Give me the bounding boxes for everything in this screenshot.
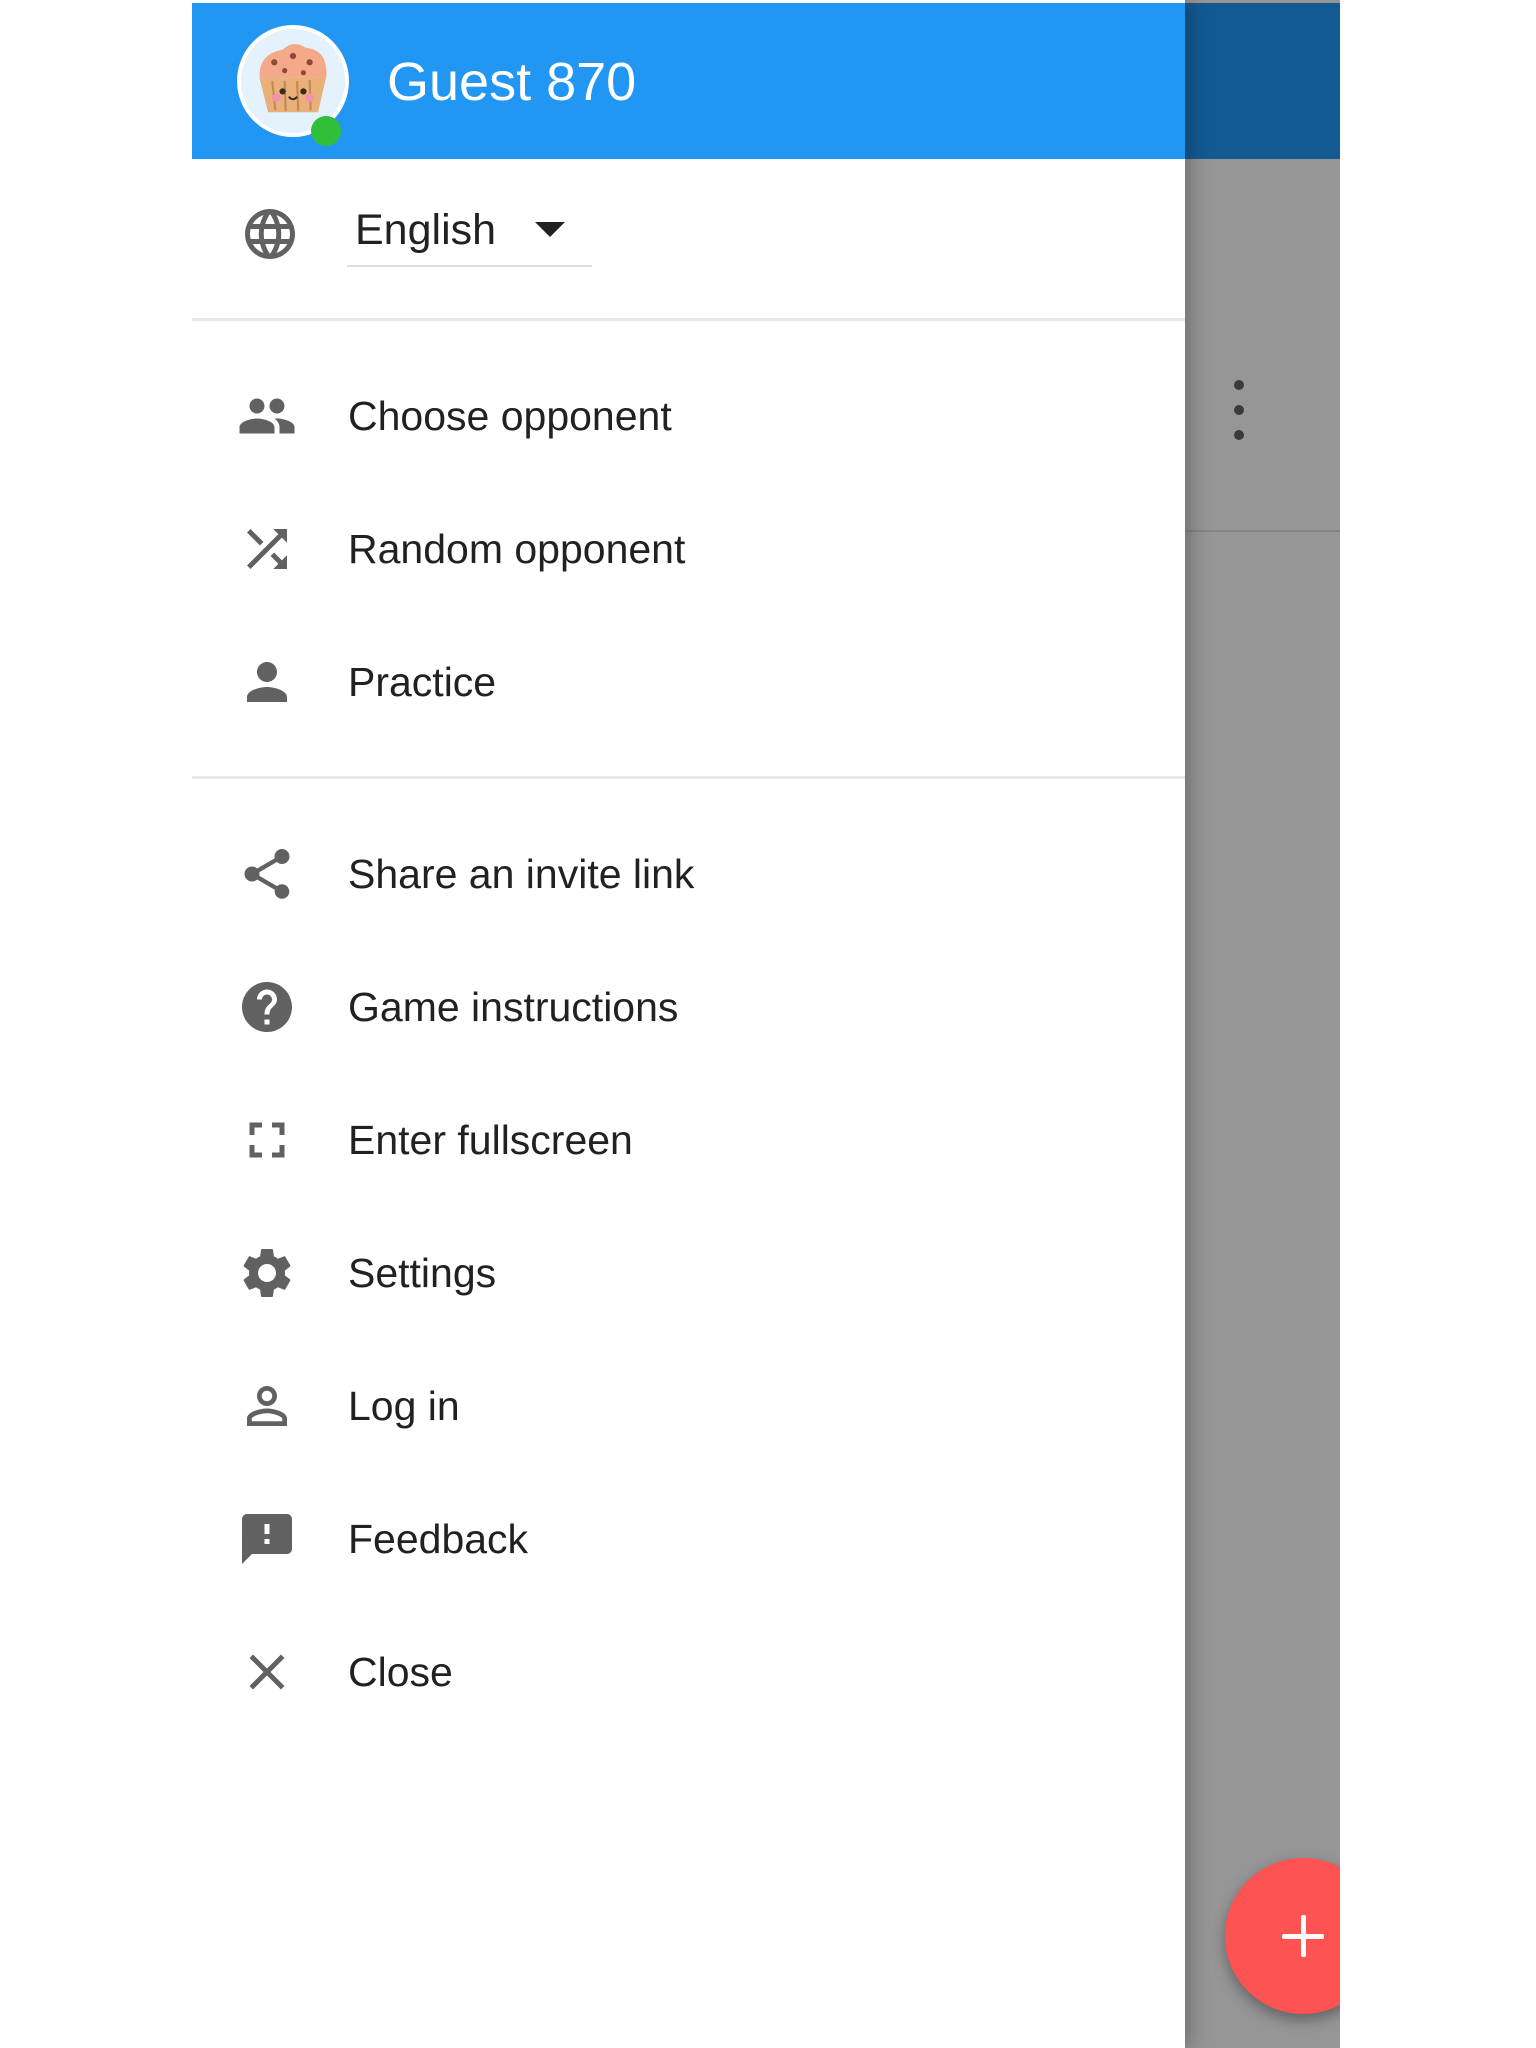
menu-item-feedback[interactable]: Feedback [192, 1473, 1185, 1606]
online-status-dot [311, 116, 341, 146]
language-selected-value: English [355, 206, 497, 254]
menu-item-choose-opponent[interactable]: Choose opponent [192, 350, 1185, 483]
gear-icon [237, 1243, 297, 1303]
dropdown-arrow-icon [535, 222, 565, 237]
menu-item-label: Log in [348, 1383, 460, 1429]
menu-item-share-invite-link[interactable]: Share an invite link [192, 808, 1185, 941]
feedback-icon [237, 1509, 297, 1569]
help-icon [237, 977, 297, 1037]
navigation-drawer: Guest 870 English Choose opponent Random… [192, 0, 1185, 2048]
menu-item-label: Enter fullscreen [348, 1117, 633, 1163]
menu-item-close[interactable]: Close [192, 1606, 1185, 1739]
drawer-header: Guest 870 [192, 3, 1185, 159]
menu-item-label: Practice [348, 659, 497, 705]
user-name: Guest 870 [387, 52, 637, 112]
share-icon [237, 844, 297, 904]
menu-item-game-instructions[interactable]: Game instructions [192, 941, 1185, 1074]
people-icon [237, 386, 297, 446]
globe-icon [240, 204, 300, 264]
person-icon [237, 652, 297, 712]
fullscreen-icon [237, 1110, 297, 1170]
menu-item-label: Random opponent [348, 526, 686, 572]
menu-item-log-in[interactable]: Log in [192, 1340, 1185, 1473]
menu-item-label: Feedback [348, 1516, 529, 1562]
menu-item-random-opponent[interactable]: Random opponent [192, 483, 1185, 616]
menu-item-label: Choose opponent [348, 393, 672, 439]
drawer-divider [192, 776, 1185, 779]
phone-screen: Guest 870 English Choose opponent Random… [192, 0, 1340, 2048]
menu-item-label: Share an invite link [348, 851, 695, 897]
menu-item-label: Close [348, 1649, 453, 1695]
language-select[interactable]: English [347, 189, 592, 267]
menu-item-label: Settings [348, 1250, 497, 1296]
language-row: English [192, 159, 1185, 319]
menu-item-settings[interactable]: Settings [192, 1207, 1185, 1340]
drawer-divider [192, 318, 1185, 321]
shuffle-icon [237, 519, 297, 579]
close-icon [237, 1642, 297, 1702]
person-outline-icon [237, 1376, 297, 1436]
menu-item-label: Game instructions [348, 984, 679, 1030]
menu-item-practice[interactable]: Practice [192, 616, 1185, 749]
menu-item-enter-fullscreen[interactable]: Enter fullscreen [192, 1074, 1185, 1207]
plus-icon [1282, 1915, 1324, 1957]
